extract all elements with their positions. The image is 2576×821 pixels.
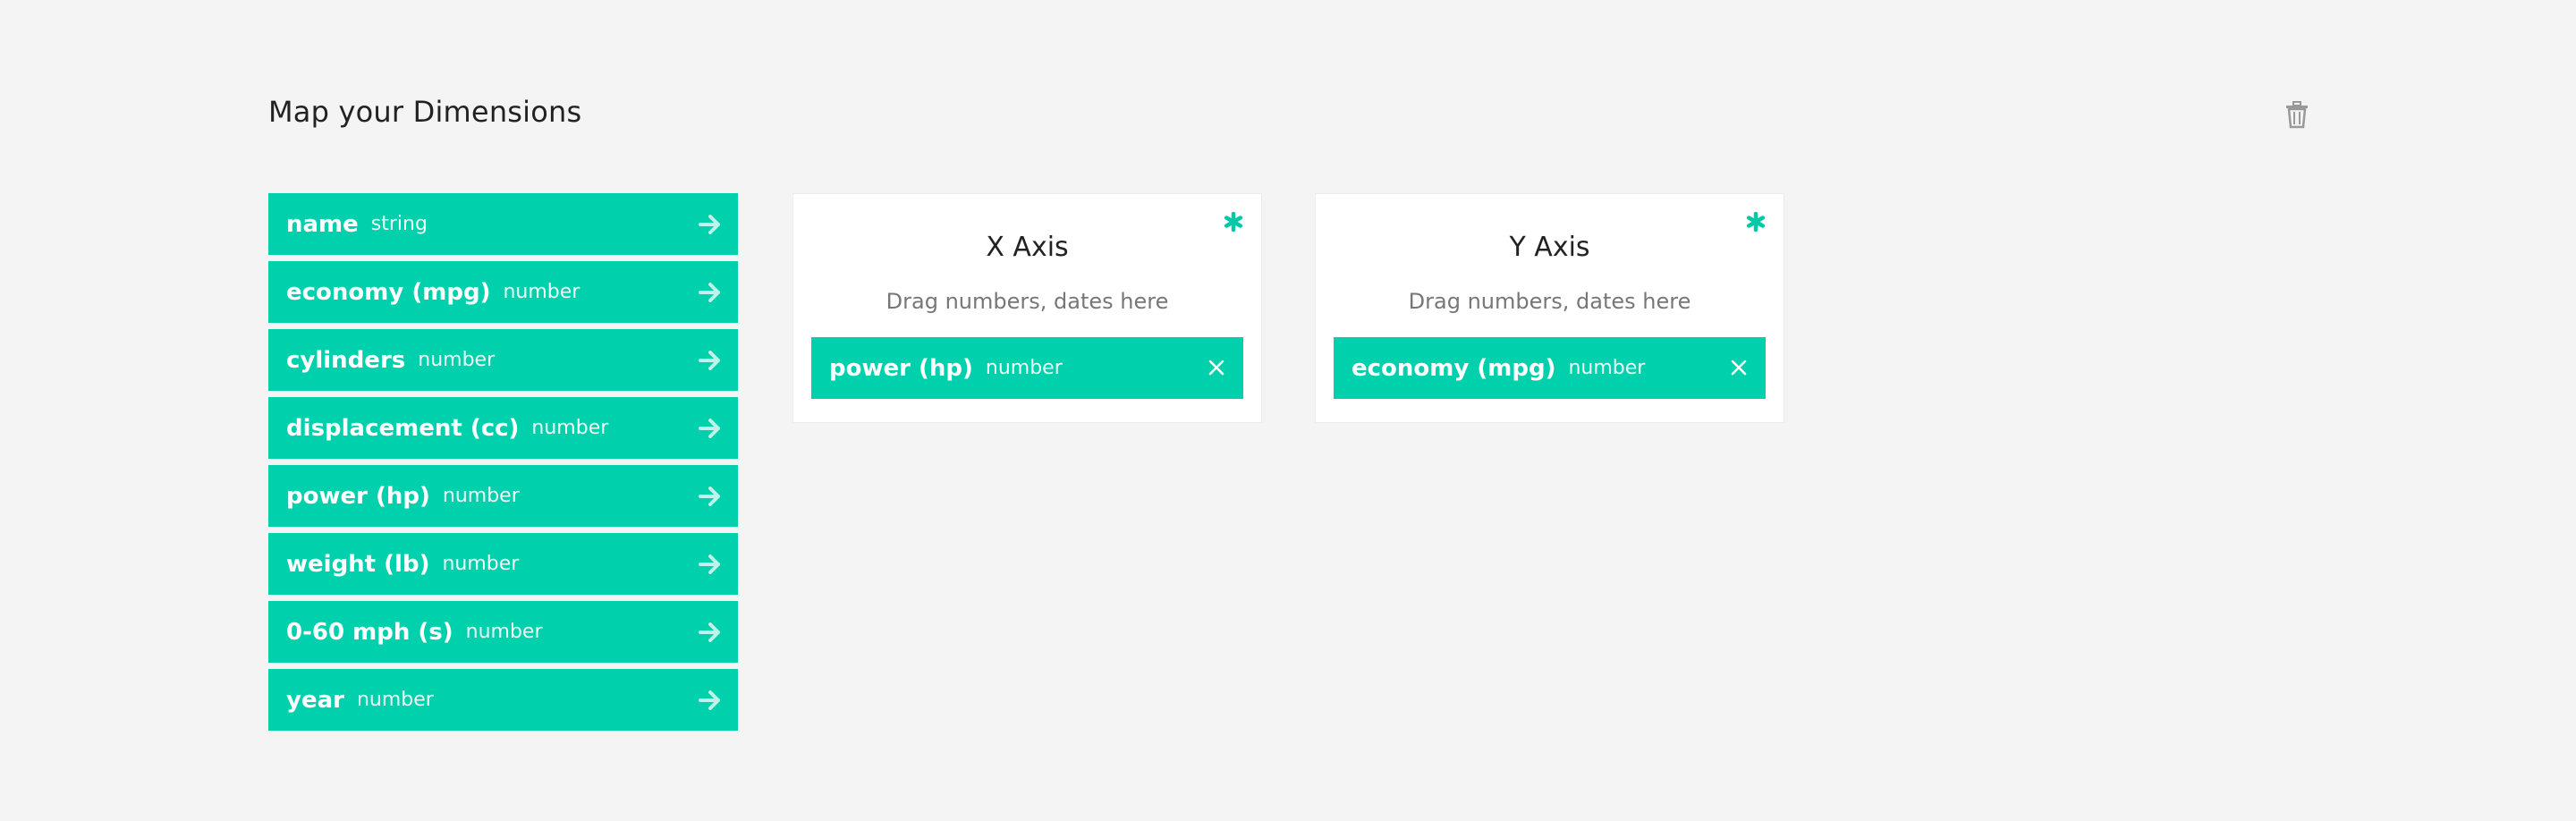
dimension-name: name [286, 210, 359, 238]
axis-hint: Drag numbers, dates here [1408, 289, 1691, 314]
dimension-type: number [531, 417, 609, 439]
dimension-item[interactable]: economy (mpg) number [268, 261, 738, 323]
dimension-name: displacement (cc) [286, 414, 520, 442]
arrow-right-icon[interactable] [699, 690, 722, 711]
dimension-type: number [503, 281, 580, 303]
dimension-type: number [985, 357, 1063, 379]
dimension-name: power (hp) [829, 354, 973, 382]
axis-hint: Drag numbers, dates here [886, 289, 1169, 314]
x-axis-dropzone[interactable]: X Axis Drag numbers, dates here power (h… [792, 193, 1262, 423]
dimension-item[interactable]: power (hp) number [268, 465, 738, 527]
mapped-dimension-chip[interactable]: economy (mpg) number [1334, 337, 1766, 399]
dimension-name: cylinders [286, 346, 406, 374]
dimension-item[interactable]: name string [268, 193, 738, 255]
dimension-type: string [370, 213, 428, 235]
dimension-type: number [1568, 357, 1646, 379]
dimension-type: number [356, 689, 434, 711]
arrow-right-icon[interactable] [699, 214, 722, 235]
mapped-dimension-chip[interactable]: power (hp) number [811, 337, 1243, 399]
dimension-item[interactable]: weight (lb) number [268, 533, 738, 595]
asterisk-icon [1746, 211, 1766, 233]
dimension-type: number [442, 485, 520, 507]
arrow-right-icon[interactable] [699, 622, 722, 643]
dimension-name: economy (mpg) [1352, 354, 1556, 382]
y-axis-dropzone[interactable]: Y Axis Drag numbers, dates here economy … [1315, 193, 1784, 423]
dimension-item[interactable]: displacement (cc) number [268, 397, 738, 459]
arrow-right-icon[interactable] [699, 350, 722, 371]
dimension-type: number [418, 349, 496, 371]
dimension-item[interactable]: cylinders number [268, 329, 738, 391]
page-title: Map your Dimensions [268, 95, 582, 129]
dimension-item[interactable]: year number [268, 669, 738, 731]
arrow-right-icon[interactable] [699, 554, 722, 575]
dimension-name: power (hp) [286, 482, 430, 510]
dimension-type: number [442, 553, 520, 575]
dimension-name: 0-60 mph (s) [286, 618, 453, 646]
axis-title: X Axis [986, 232, 1069, 263]
dimension-name: economy (mpg) [286, 278, 491, 306]
dimension-item[interactable]: 0-60 mph (s) number [268, 601, 738, 663]
dimension-name: weight (lb) [286, 550, 430, 578]
dimension-name: year [286, 686, 344, 714]
close-icon[interactable] [1730, 359, 1748, 377]
arrow-right-icon[interactable] [699, 418, 722, 439]
arrow-right-icon[interactable] [699, 486, 722, 507]
arrow-right-icon[interactable] [699, 282, 722, 303]
asterisk-icon [1224, 211, 1243, 233]
close-icon[interactable] [1208, 359, 1225, 377]
trash-icon[interactable] [2284, 100, 2310, 129]
dimension-type: number [465, 621, 543, 643]
axis-title: Y Axis [1509, 232, 1590, 263]
dimension-list: name string economy (mpg) number cylinde… [268, 193, 738, 737]
